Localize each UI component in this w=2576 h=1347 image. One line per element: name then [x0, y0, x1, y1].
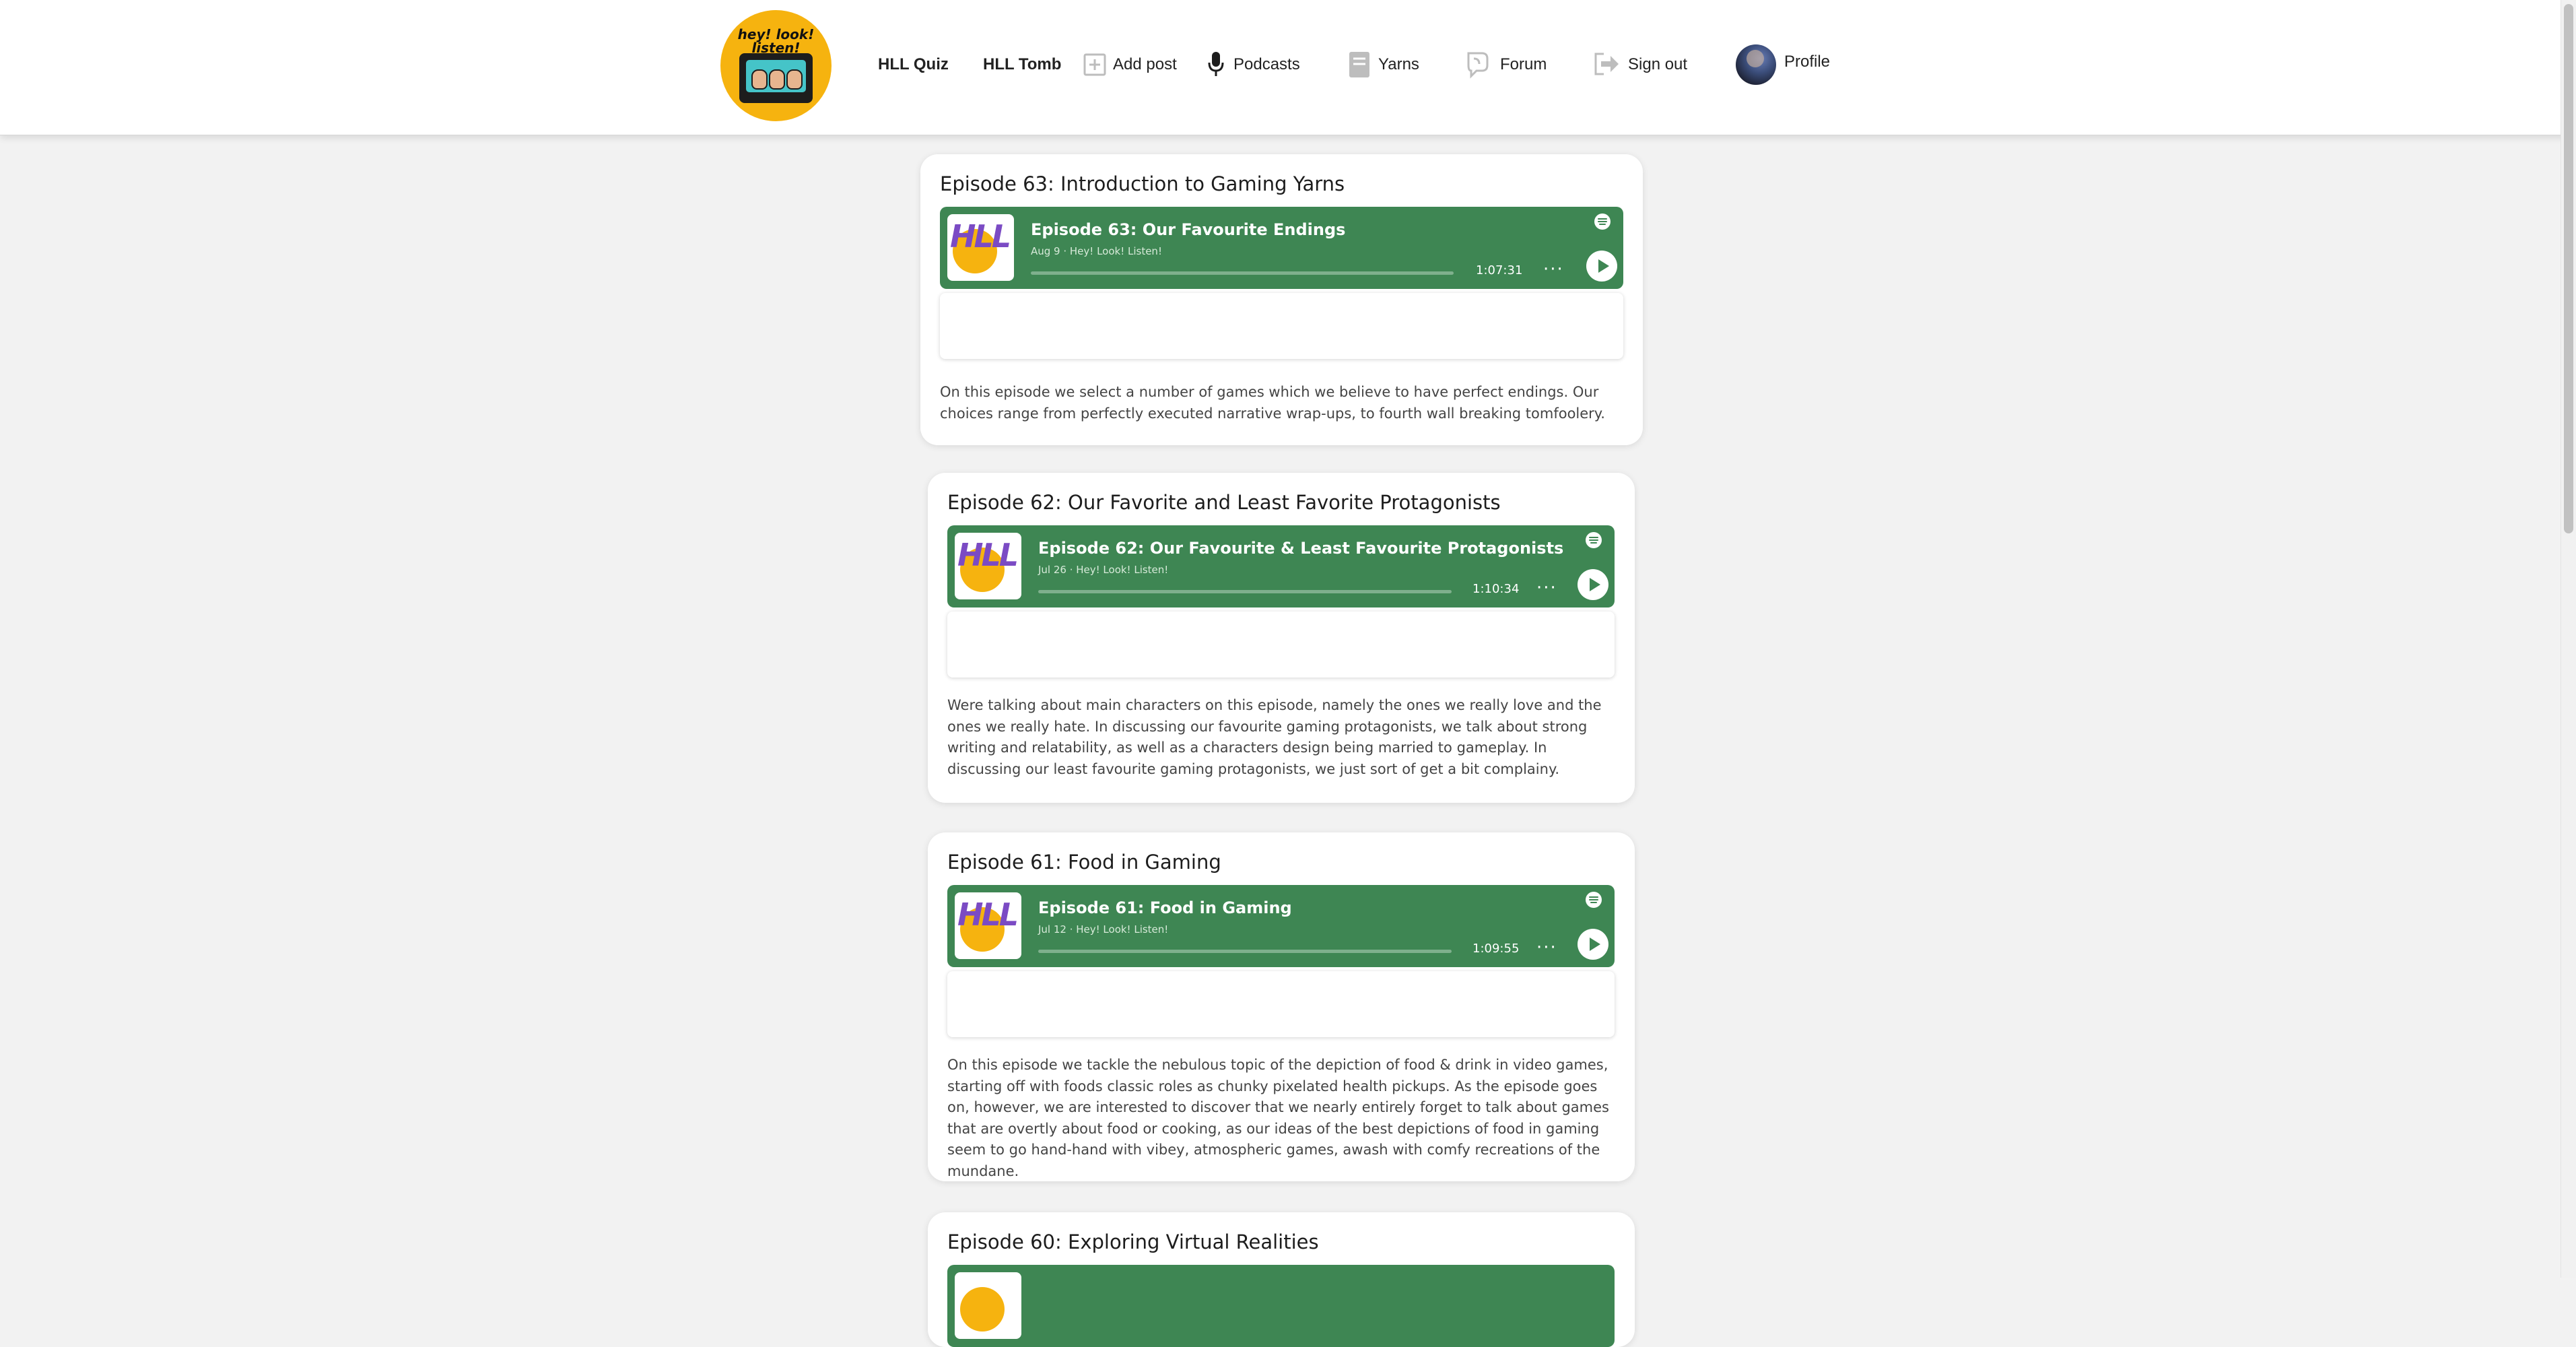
- player-episode-name[interactable]: Episode 62: Our Favourite & Least Favour…: [1038, 539, 1563, 558]
- nav-sign-out[interactable]: Sign out: [1628, 55, 1687, 74]
- book-icon[interactable]: [1348, 51, 1371, 79]
- logo-wordmark: hey! look! listen!: [737, 26, 815, 56]
- playback-progress-bar[interactable]: [1038, 590, 1452, 593]
- chat-icon[interactable]: [1466, 51, 1493, 79]
- episode-description: On this episode we tackle the nebulous t…: [947, 1057, 1609, 1179]
- spotify-icon[interactable]: [1586, 532, 1602, 548]
- top-navigation-bar: hey! look! listen! HLL Quiz HLL Tomb Add…: [0, 0, 2576, 135]
- episode-cover-art: HLL: [955, 892, 1021, 959]
- avatar[interactable]: [1736, 44, 1776, 85]
- nav-hll-tomb[interactable]: HLL Tomb: [983, 55, 1061, 74]
- embed-placeholder: [940, 293, 1623, 359]
- more-options-icon[interactable]: ···: [1543, 261, 1564, 278]
- episode-duration: 1:07:31: [1476, 263, 1523, 277]
- nav-yarns[interactable]: Yarns: [1378, 55, 1419, 74]
- spotify-icon[interactable]: [1594, 213, 1611, 230]
- podcast-player: HLL Episode 62: Our Favourite & Least Fa…: [947, 525, 1615, 607]
- player-episode-meta: Aug 9 · Hey! Look! Listen!: [1031, 245, 1162, 257]
- nav-profile[interactable]: Profile: [1784, 53, 1830, 71]
- sign-out-icon[interactable]: [1593, 52, 1621, 76]
- embed-placeholder: [947, 971, 1615, 1037]
- episode-title: Episode 61: Food in Gaming: [947, 851, 1221, 874]
- embed-placeholder: [947, 612, 1615, 678]
- episode-cover-art: HLL: [955, 533, 1021, 599]
- podcast-player: HLL Episode 63: Our Favourite Endings Au…: [940, 207, 1623, 289]
- podcast-player: HLL Episode 61: Food in Gaming Jul 12 · …: [947, 885, 1615, 967]
- episode-card: Episode 60: Exploring Virtual Realities: [928, 1212, 1635, 1347]
- episode-cover-art: [955, 1272, 1021, 1339]
- more-options-icon[interactable]: ···: [1536, 939, 1557, 956]
- plus-square-icon[interactable]: [1083, 53, 1106, 76]
- episode-title: Episode 60: Exploring Virtual Realities: [947, 1230, 1319, 1253]
- player-episode-meta: Jul 12 · Hey! Look! Listen!: [1038, 923, 1169, 935]
- episode-duration: 1:09:55: [1472, 942, 1520, 956]
- nav-hll-quiz[interactable]: HLL Quiz: [878, 55, 949, 74]
- episode-card: Episode 61: Food in Gaming HLL Episode 6…: [928, 832, 1635, 1181]
- play-button[interactable]: [1578, 929, 1608, 960]
- page-scrollbar[interactable]: [2561, 0, 2576, 1278]
- episode-card: Episode 63: Introduction to Gaming Yarns…: [920, 154, 1643, 445]
- logo-tv-graphic: [739, 53, 813, 103]
- episode-cover-art: HLL: [947, 214, 1014, 281]
- podcast-player: [947, 1265, 1615, 1347]
- player-episode-name[interactable]: Episode 61: Food in Gaming: [1038, 898, 1292, 917]
- site-logo[interactable]: hey! look! listen!: [720, 10, 832, 121]
- nav-forum[interactable]: Forum: [1500, 55, 1547, 74]
- spotify-icon[interactable]: [1586, 892, 1602, 908]
- player-episode-meta: Jul 26 · Hey! Look! Listen!: [1038, 564, 1169, 576]
- episode-title: Episode 62: Our Favorite and Least Favor…: [947, 491, 1501, 514]
- episode-card: Episode 62: Our Favorite and Least Favor…: [928, 473, 1635, 803]
- player-episode-name[interactable]: Episode 63: Our Favourite Endings: [1031, 220, 1345, 239]
- episode-duration: 1:10:34: [1472, 582, 1520, 596]
- playback-progress-bar[interactable]: [1038, 950, 1452, 953]
- episode-description: Were talking about main characters on th…: [947, 697, 1602, 777]
- nav-podcasts[interactable]: Podcasts: [1233, 55, 1300, 74]
- play-button[interactable]: [1578, 569, 1608, 600]
- nav-add-post[interactable]: Add post: [1113, 55, 1177, 74]
- episode-description: On this episode we select a number of ga…: [940, 384, 1605, 422]
- scrollbar-thumb[interactable]: [2564, 4, 2573, 533]
- microphone-icon[interactable]: [1207, 51, 1225, 77]
- episode-title: Episode 63: Introduction to Gaming Yarns: [940, 172, 1345, 195]
- more-options-icon[interactable]: ···: [1536, 579, 1557, 597]
- play-button[interactable]: [1586, 251, 1617, 282]
- playback-progress-bar[interactable]: [1031, 271, 1454, 275]
